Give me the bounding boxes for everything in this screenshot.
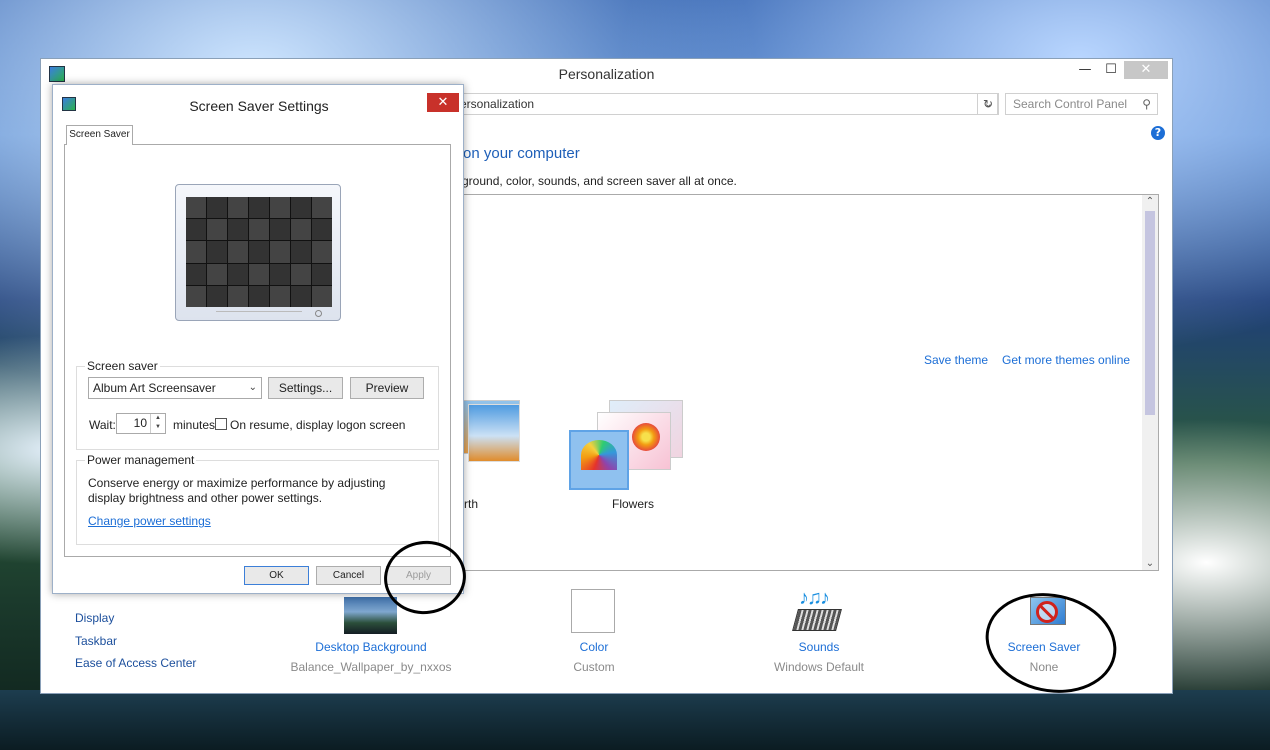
chevron-up-icon[interactable]: ⌃ — [1142, 196, 1158, 207]
album-art-tile — [291, 285, 311, 307]
album-art-tile — [186, 241, 206, 263]
item-subtitle: Custom — [573, 660, 615, 674]
album-art-tile — [249, 285, 269, 307]
item-subtitle: Windows Default — [773, 660, 865, 674]
wallpaper-thumbnail — [344, 597, 397, 634]
scrollbar[interactable]: ⌃ ⌄ — [1142, 195, 1158, 570]
spin-arrows-icon[interactable]: ▲ ▼ — [150, 414, 165, 433]
album-art-tile — [207, 241, 227, 263]
tab-screen-saver[interactable]: Screen Saver — [66, 125, 133, 145]
album-art-tile — [312, 285, 332, 307]
album-art-tile — [312, 241, 332, 263]
screen-saver-settings-dialog: Screen Saver Settings ✕ Screen Saver Scr… — [52, 84, 464, 594]
color-swatch — [571, 589, 615, 633]
ok-button[interactable]: OK — [244, 566, 309, 585]
help-icon[interactable]: ? — [1151, 126, 1165, 140]
desktop-wallpaper — [0, 690, 1270, 750]
album-art-tile — [270, 241, 290, 263]
search-placeholder: Search Control Panel — [1013, 97, 1128, 111]
chevron-down-icon[interactable]: ⌄ — [1142, 558, 1158, 569]
resume-logon-label[interactable]: On resume, display logon screen — [230, 418, 405, 432]
album-art-tile — [249, 241, 269, 263]
album-art-tile — [249, 219, 269, 241]
see-also-ease-of-access-link[interactable]: Ease of Access Center — [75, 656, 196, 670]
selected-value: Album Art Screensaver — [93, 381, 216, 395]
album-art-tile — [228, 263, 248, 285]
save-theme-link[interactable]: Save theme — [924, 353, 988, 367]
earth-theme-thumbnail[interactable] — [462, 400, 524, 472]
refresh-icon[interactable]: ↻ — [977, 93, 999, 115]
album-art-tile — [291, 263, 311, 285]
page-heading: on your computer — [463, 145, 580, 162]
album-art-tile — [291, 219, 311, 241]
album-art-preview — [186, 197, 332, 307]
item-subtitle: Balance_Wallpaper_by_nxxos — [290, 660, 452, 674]
theme-label: Flowers — [612, 497, 655, 511]
album-art-tile — [312, 197, 332, 219]
theme-label: rth — [464, 497, 479, 511]
album-art-tile — [228, 285, 248, 307]
see-also-taskbar-link[interactable]: Taskbar — [75, 634, 117, 648]
item-title[interactable]: Desktop Background — [281, 640, 461, 654]
album-art-tile — [186, 263, 206, 285]
album-art-tile — [291, 241, 311, 263]
address-text: ersonalization — [460, 97, 535, 111]
album-art-tile — [228, 197, 248, 219]
search-input[interactable]: Search Control Panel ⚲ — [1005, 93, 1158, 115]
address-bar[interactable]: ersonalization ⌄ — [451, 93, 998, 115]
album-art-tile — [249, 197, 269, 219]
power-description: Conserve energy or maximize performance … — [88, 476, 386, 505]
power-led-icon — [315, 310, 322, 317]
screen-saver-select[interactable]: Album Art Screensaver ⌄ — [88, 377, 262, 399]
album-art-tile — [186, 197, 206, 219]
minimize-button[interactable]: — — [1075, 61, 1095, 79]
wait-label: Wait: — [89, 418, 116, 432]
album-art-tile — [270, 285, 290, 307]
album-art-tile — [270, 219, 290, 241]
album-art-tile — [228, 219, 248, 241]
preview-monitor — [175, 184, 341, 321]
album-art-tile — [207, 263, 227, 285]
item-title[interactable]: Color — [504, 640, 684, 654]
close-button[interactable]: ✕ — [1124, 61, 1168, 79]
page-subheading: kground, color, sounds, and screen saver… — [456, 174, 737, 188]
album-art-tile — [207, 197, 227, 219]
scroll-thumb[interactable] — [1145, 211, 1155, 415]
themes-list[interactable]: Save theme Get more themes online rth Fl… — [453, 194, 1159, 571]
album-art-tile — [291, 197, 311, 219]
maximize-button[interactable]: ☐ — [1101, 61, 1121, 79]
settings-button[interactable]: Settings... — [268, 377, 343, 399]
change-power-settings-link[interactable]: Change power settings — [88, 514, 211, 528]
cancel-button[interactable]: Cancel — [316, 566, 381, 585]
album-art-tile — [249, 263, 269, 285]
get-more-themes-link[interactable]: Get more themes online — [1002, 353, 1130, 367]
wait-value: 10 — [133, 416, 147, 430]
album-art-tile — [312, 263, 332, 285]
album-art-tile — [207, 285, 227, 307]
wait-minutes-stepper[interactable]: 10 ▲ ▼ — [116, 413, 166, 434]
album-art-tile — [270, 197, 290, 219]
resume-logon-checkbox[interactable] — [215, 418, 227, 430]
flowers-theme-thumbnail[interactable] — [569, 400, 685, 492]
album-art-tile — [270, 263, 290, 285]
album-art-tile — [186, 219, 206, 241]
sounds-icon: ♪♫♪ — [792, 587, 845, 633]
item-title[interactable]: Sounds — [729, 640, 909, 654]
dialog-title: Screen Saver Settings — [189, 98, 329, 114]
close-button[interactable]: ✕ — [427, 93, 459, 112]
preview-button[interactable]: Preview — [350, 377, 424, 399]
minutes-label: minutes — [173, 418, 216, 432]
window-title: Personalization — [558, 66, 655, 82]
album-art-tile — [207, 219, 227, 241]
group-label: Screen saver — [85, 359, 160, 373]
album-art-tile — [312, 219, 332, 241]
album-art-tile — [186, 285, 206, 307]
see-also-display-link[interactable]: Display — [75, 611, 114, 625]
group-label: Power management — [85, 453, 197, 467]
chevron-down-icon[interactable]: ⌄ — [249, 378, 257, 398]
search-icon[interactable]: ⚲ — [1142, 94, 1151, 114]
album-art-tile — [228, 241, 248, 263]
